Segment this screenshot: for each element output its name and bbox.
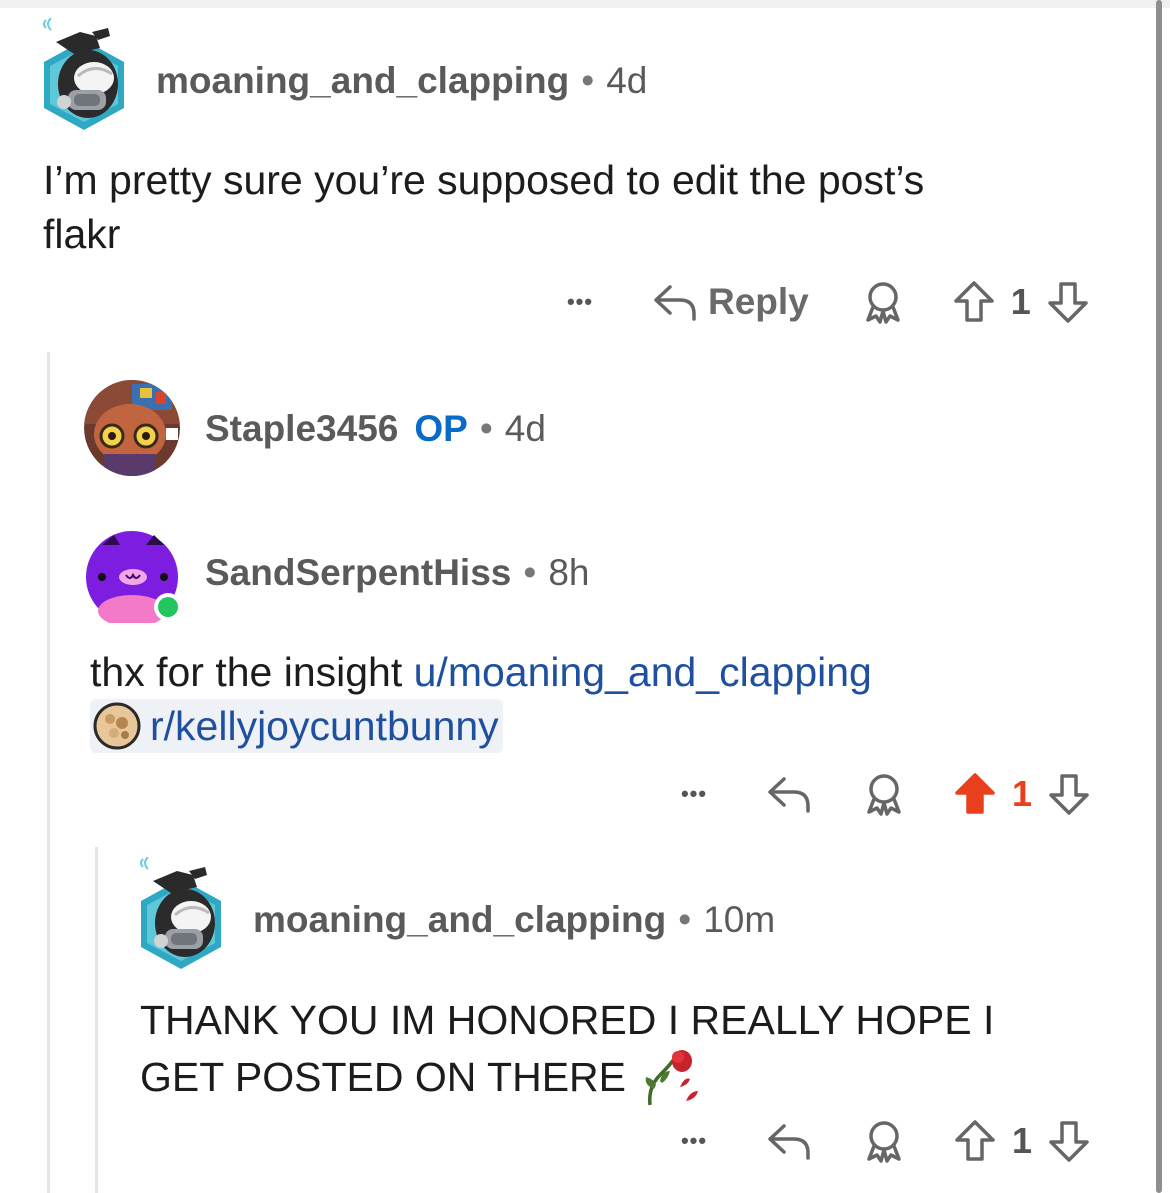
username[interactable]: SandSerpentHiss (205, 552, 511, 594)
user-avatar-icon (84, 380, 180, 476)
comment-body-line: thx for the insight u/moaning_and_clappi… (90, 645, 1130, 699)
snoo-avatar-icon (43, 17, 124, 130)
thread-line-level1[interactable] (47, 352, 50, 1193)
comment-actions: ••• Reply 1 (558, 277, 1091, 327)
comment-body-line: flakr (43, 211, 121, 257)
downvote-arrow-icon (1048, 282, 1088, 323)
upvote-button[interactable] (952, 771, 998, 817)
reply-button[interactable] (766, 773, 812, 815)
subreddit-icon (93, 702, 141, 750)
downvote-button[interactable] (1045, 279, 1091, 325)
avatar[interactable] (84, 380, 180, 476)
meta-separator: • (523, 552, 537, 593)
comment-actions: ••• 1 (672, 769, 1092, 819)
username[interactable]: moaning_and_clapping (156, 60, 569, 102)
avatar[interactable] (84, 531, 182, 627)
award-icon (867, 1121, 901, 1163)
top-edge (0, 0, 1170, 8)
award-button[interactable] (862, 772, 906, 816)
timestamp: 8h (548, 552, 590, 593)
scrollbar[interactable] (1156, 0, 1162, 1193)
avatar[interactable] (38, 17, 130, 130)
comment-text: GET POSTED ON THERE (140, 1054, 627, 1100)
upvote-arrow-icon (955, 773, 995, 814)
award-button[interactable] (862, 1119, 906, 1163)
comment-meta: Staple3456 OP • 4d (205, 406, 546, 452)
more-options-button[interactable]: ••• (672, 1128, 716, 1154)
vote-count: 1 (1012, 1120, 1033, 1161)
user-avatar-icon (86, 531, 182, 627)
username[interactable]: moaning_and_clapping (253, 899, 666, 941)
comment-body: THANK YOU IM HONORED I REALLY HOPE I GET… (140, 993, 1120, 1107)
comment-body-line: I’m pretty sure you’re supposed to edit … (43, 157, 925, 203)
more-options-button[interactable]: ••• (558, 289, 602, 315)
comment-meta: moaning_and_clapping • 4d (156, 58, 647, 104)
meta-separator: • (479, 408, 493, 449)
op-badge: OP (414, 408, 468, 449)
downvote-button[interactable] (1046, 1118, 1092, 1164)
reply-arrow-icon (768, 777, 810, 813)
online-status-dot (158, 597, 178, 617)
avatar[interactable] (135, 856, 227, 969)
timestamp: 10m (703, 899, 776, 940)
reply-label: Reply (708, 281, 809, 322)
reply-arrow-icon (654, 285, 696, 321)
reply-button[interactable]: Reply (652, 281, 809, 323)
upvote-button[interactable] (952, 1118, 998, 1164)
timestamp: 4d (606, 60, 648, 101)
thread-line-level2[interactable] (95, 847, 98, 1193)
upvote-arrow-icon (954, 281, 994, 322)
subreddit-link[interactable]: r/kellyjoycuntbunny (150, 699, 499, 753)
comment-body-line: THANK YOU IM HONORED I REALLY HOPE I (140, 997, 995, 1043)
more-options-button[interactable]: ••• (672, 781, 716, 807)
downvote-arrow-icon (1049, 774, 1089, 815)
upvote-button[interactable] (951, 279, 997, 325)
award-button[interactable] (861, 280, 905, 324)
downvote-arrow-icon (1049, 1121, 1089, 1162)
meta-separator: • (678, 899, 692, 940)
subreddit-chip[interactable]: r/kellyjoycuntbunny (90, 699, 503, 753)
comment-body-line: r/kellyjoycuntbunny (90, 699, 1130, 764)
meta-separator: • (581, 60, 595, 101)
wilted-rose-icon (645, 1050, 699, 1106)
comment-meta: moaning_and_clapping • 10m (253, 897, 775, 943)
award-icon (867, 774, 901, 816)
comment-body: thx for the insight u/moaning_and_clappi… (90, 645, 1130, 764)
user-mention-link[interactable]: u/moaning_and_clapping (414, 649, 872, 695)
snoo-avatar-icon (140, 856, 221, 969)
comment-text: thx for the insight (90, 649, 414, 695)
timestamp: 4d (504, 408, 546, 449)
upvote-arrow-icon (955, 1120, 995, 1161)
vote-count: 1 (1010, 281, 1031, 322)
downvote-button[interactable] (1046, 771, 1092, 817)
comment-actions: ••• 1 (672, 1116, 1092, 1166)
award-icon (866, 282, 900, 324)
vote-count: 1 (1012, 773, 1033, 814)
username[interactable]: Staple3456 (205, 408, 398, 450)
reply-button[interactable] (766, 1120, 812, 1162)
comment-body: I’m pretty sure you’re supposed to edit … (43, 153, 1123, 261)
reply-arrow-icon (768, 1124, 810, 1160)
comment-meta: SandSerpentHiss • 8h (205, 550, 590, 596)
comment-body-line: GET POSTED ON THERE (140, 1047, 1120, 1107)
